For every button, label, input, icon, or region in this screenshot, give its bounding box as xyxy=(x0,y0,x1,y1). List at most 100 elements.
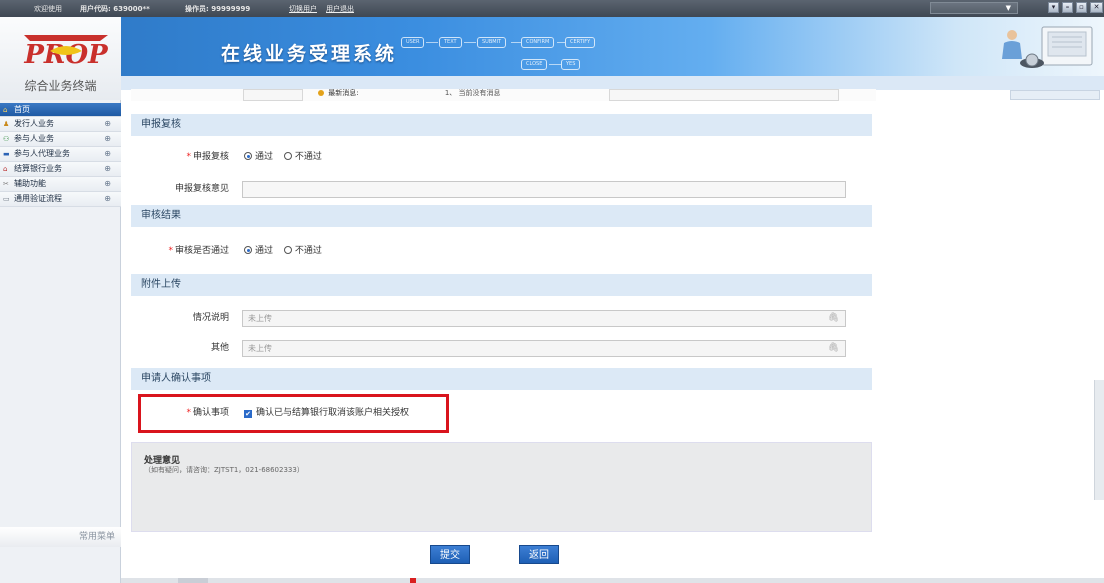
restore-button[interactable]: ▫ xyxy=(1076,2,1087,13)
flow-step: CLOSE xyxy=(521,59,548,70)
review-label-text: 申报复核 xyxy=(192,152,229,162)
footer-tab[interactable] xyxy=(178,578,208,583)
section-result: 审核结果 xyxy=(131,205,872,227)
opinion-hint: （如有疑问，请咨询：ZJTST1，021-68602333） xyxy=(144,466,304,474)
logo-area: PROP 综合业务终端 xyxy=(0,17,121,100)
result-options: 通过 不通过 xyxy=(244,234,330,268)
menu-item-label: 辅助功能 xyxy=(14,179,46,188)
expand-icon[interactable]: ⊕ xyxy=(104,117,111,131)
left-panel: PROP 综合业务终端 ⌂ 首页 ♟ 发行人业务 ⊕ ⚇ 参与人业务 ⊕ ▬ 参… xyxy=(0,17,121,583)
pass-text: 通过 xyxy=(255,152,274,162)
footer xyxy=(121,578,1104,583)
highlight-box xyxy=(138,394,449,433)
review-opinion-label: 申报复核意见 xyxy=(174,184,229,194)
result-label: * 审核是否通过 xyxy=(131,234,239,268)
operator-text: 操作员: 99999999 xyxy=(185,5,251,13)
situation-upload-field[interactable]: 未上传 🖇 xyxy=(242,310,846,327)
result-pass-option[interactable]: 通过 xyxy=(244,246,273,256)
flow-step: TEXT xyxy=(439,37,462,48)
menu-item-participant[interactable]: ⚇ 参与人业务 ⊕ xyxy=(0,132,121,147)
paperclip-icon[interactable]: 🖇 xyxy=(828,341,839,356)
system-title: 在线业务受理系统 xyxy=(221,43,398,65)
result-fail-option[interactable]: 不通过 xyxy=(283,246,322,256)
flow-step: CONFIRM xyxy=(521,37,555,48)
folder-icon: ▭ xyxy=(3,195,10,203)
menu-item-verification-flow[interactable]: ▭ 通用验证流程 ⊕ xyxy=(0,192,121,207)
fail-text: 不通过 xyxy=(294,246,322,256)
other-upload-field[interactable]: 未上传 🖇 xyxy=(242,340,846,357)
header-strip xyxy=(121,76,1104,90)
right-scrollbar[interactable] xyxy=(1094,380,1104,500)
menu-item-participant-agent[interactable]: ▬ 参与人代理业务 ⊕ xyxy=(0,147,121,162)
upload-status: 未上传 xyxy=(248,314,272,323)
expand-icon[interactable]: ⊕ xyxy=(104,192,111,206)
radio-unchecked-icon[interactable] xyxy=(283,246,292,254)
flow-step: USER xyxy=(401,37,425,48)
window-menu-button[interactable]: ▾ xyxy=(1048,2,1059,13)
expand-icon[interactable]: ⊕ xyxy=(104,162,111,176)
switch-user-link[interactable]: 切换用户 xyxy=(289,4,317,14)
right-panel xyxy=(1006,90,1104,100)
tools-icon: ✂ xyxy=(3,180,9,188)
monitor-icon: ▬ xyxy=(3,150,10,158)
news-ticker: 最新消息: 1、 当前没有消息 xyxy=(318,88,501,98)
review-fail-option[interactable]: 不通过 xyxy=(283,152,322,162)
menu-item-auxiliary[interactable]: ✂ 辅助功能 ⊕ xyxy=(0,177,121,192)
person-icon: ♟ xyxy=(3,120,10,128)
fail-text: 不通过 xyxy=(294,152,322,162)
flow-step: CERTIFY xyxy=(565,37,596,48)
prop-logo: PROP xyxy=(23,35,109,69)
people-icon: ⚇ xyxy=(3,135,10,143)
right-panel-tab[interactable] xyxy=(1010,90,1100,100)
required-mark: * xyxy=(186,152,191,162)
user-code-text: 用户代码: 639000** xyxy=(80,5,150,13)
result-row: * 审核是否通过 通过 不通过 xyxy=(131,234,872,268)
logout-link[interactable]: 用户退出 xyxy=(326,4,354,14)
paperclip-icon[interactable]: 🖇 xyxy=(828,311,839,326)
top-bar: 欢迎使用 用户代码: 639000** 操作员: 99999999 切换用户 用… xyxy=(0,0,1104,17)
pass-text: 通过 xyxy=(255,246,274,256)
expand-icon[interactable]: ⊕ xyxy=(104,177,111,191)
review-opinion-input[interactable] xyxy=(242,181,846,198)
welcome-text: 欢迎使用 xyxy=(34,5,62,13)
review-pass-option[interactable]: 通过 xyxy=(244,152,273,162)
footer-flag-icon xyxy=(410,578,416,583)
news-dot-icon xyxy=(318,90,324,96)
expand-icon[interactable]: ⊕ xyxy=(104,147,111,161)
radio-checked-icon[interactable] xyxy=(244,152,252,160)
common-menu[interactable]: 常用菜单 xyxy=(0,527,121,547)
review-label: * 申报复核 xyxy=(131,140,239,174)
menu-item-settlement-bank[interactable]: ⌂ 结算银行业务 ⊕ xyxy=(0,162,121,177)
upload-status: 未上传 xyxy=(248,344,272,353)
flow-step: YES xyxy=(561,59,581,70)
review-row: * 申报复核 通过 不通过 xyxy=(131,140,872,174)
news-item[interactable]: 1、 当前没有消息 xyxy=(445,89,501,97)
close-button[interactable]: ✕ xyxy=(1090,2,1103,13)
background-form-row xyxy=(131,89,876,101)
logo-subtitle: 综合业务终端 xyxy=(24,79,97,93)
header-illustration xyxy=(1002,26,1093,68)
radio-unchecked-icon[interactable] xyxy=(283,152,292,160)
menu-item-issuer[interactable]: ♟ 发行人业务 ⊕ xyxy=(0,117,121,132)
radio-checked-icon[interactable] xyxy=(244,246,252,254)
menu-item-label: 发行人业务 xyxy=(14,119,54,128)
submit-button[interactable]: 提交 xyxy=(430,545,470,564)
situation-label: 情况说明 xyxy=(192,313,229,323)
minimize-button[interactable]: – xyxy=(1062,2,1073,13)
back-button[interactable]: 返回 xyxy=(519,545,559,564)
result-label-text: 审核是否通过 xyxy=(174,246,229,256)
section-review: 申报复核 xyxy=(131,114,872,136)
expand-icon[interactable]: ⊕ xyxy=(104,132,111,146)
faded-field xyxy=(609,89,839,101)
app-header: 在线业务受理系统 USER TEXT SUBMIT CONFIRM CERTIF… xyxy=(121,17,1104,76)
other-row: 其他 未上传 🖇 xyxy=(131,331,872,365)
section-confirm: 申请人确认事项 xyxy=(131,368,872,390)
bank-icon: ⌂ xyxy=(3,165,8,173)
section-attachments: 附件上传 xyxy=(131,274,872,296)
menu-item-label: 参与人业务 xyxy=(14,134,54,143)
top-dropdown[interactable]: ▼ xyxy=(930,2,1018,14)
review-options: 通过 不通过 xyxy=(244,140,330,174)
news-label: 最新消息: xyxy=(328,89,359,97)
situation-row: 情况说明 未上传 🖇 xyxy=(131,301,872,335)
menu-item-home[interactable]: ⌂ 首页 xyxy=(0,103,121,117)
